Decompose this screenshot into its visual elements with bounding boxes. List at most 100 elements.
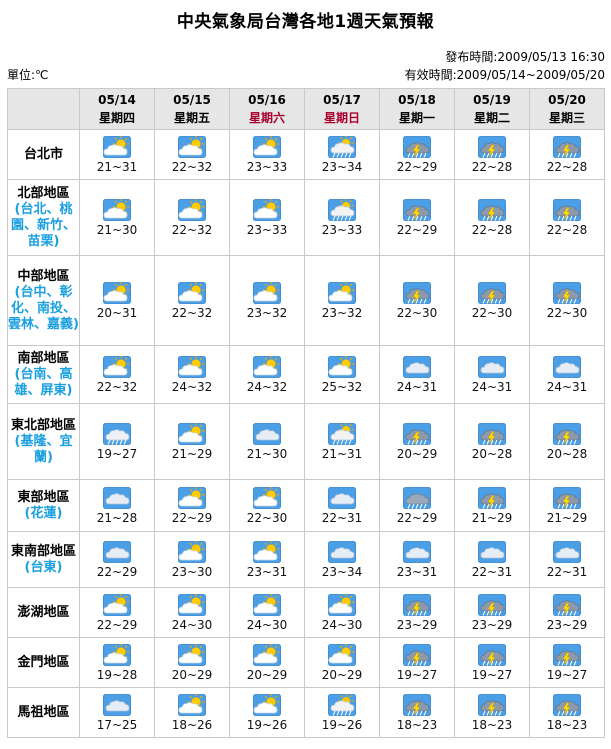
temp-range: 19~26 — [321, 717, 363, 732]
temp-range: 19~27 — [96, 446, 138, 461]
table-row: 馬祖地區 17~25 18~26 19~26 19~26 18~23 18~23 18~23 — [7, 687, 605, 738]
forecast-cell: 22~31 — [304, 479, 380, 532]
forecast-cell: 24~30 — [304, 587, 380, 638]
day-weekday: 星期五 — [173, 110, 210, 125]
temp-range: 22~30 — [246, 510, 288, 525]
forecast-cell: 22~32 — [79, 345, 155, 404]
forecast-cell: 19~27 — [379, 637, 455, 688]
cloudy-icon — [80, 486, 154, 509]
rain-icon — [80, 422, 154, 445]
partly-cloudy-icon — [155, 281, 229, 304]
forecast-cell: 22~30 — [454, 255, 530, 346]
temp-range: 25~32 — [321, 379, 363, 394]
day-date: 05/15 — [173, 92, 211, 107]
partly-cloudy-icon — [305, 643, 379, 666]
partly-cloudy-icon — [80, 135, 154, 158]
table-row: 中部地區 (台中、彰化、南投、雲林、嘉義) 20~31 22~32 23~32 23~32… — [7, 255, 605, 346]
temp-range: 23~29 — [546, 617, 588, 632]
thunderstorm-icon — [455, 135, 529, 158]
thunderstorm-icon — [455, 422, 529, 445]
temp-range: 21~28 — [96, 510, 138, 525]
day-header-2: 05/16 星期六 — [229, 88, 305, 130]
cloudy-icon — [530, 355, 604, 378]
forecast-cell: 24~31 — [454, 345, 530, 404]
region-name: 東北部地區 — [10, 417, 76, 433]
forecast-cell: 20~29 — [379, 403, 455, 480]
published-time: 發布時間:2009/05/13 16:30 — [445, 50, 605, 64]
forecast-cell: 20~28 — [529, 403, 605, 480]
forecast-cell: 20~29 — [229, 637, 305, 688]
table-row: 北部地區 (台北、桃園、新竹、苗栗) 21~30 22~32 23~33 23~33 22~… — [7, 179, 605, 256]
region-name: 東南部地區 — [10, 543, 76, 559]
temp-range: 23~34 — [321, 564, 363, 579]
forecast-cell: 23~34 — [304, 129, 380, 180]
temp-range: 22~29 — [396, 159, 438, 174]
region-cell: 東北部地區 (基隆、宜蘭) — [7, 403, 80, 480]
sun-rain-icon — [305, 135, 379, 158]
forecast-cell: 22~32 — [154, 255, 230, 346]
partly-cloudy-icon — [305, 281, 379, 304]
forecast-cell: 21~30 — [229, 403, 305, 480]
thunderstorm-icon — [380, 643, 454, 666]
forecast-cell: 23~32 — [229, 255, 305, 346]
forecast-cell: 24~30 — [154, 587, 230, 638]
temp-range: 20~29 — [171, 667, 213, 682]
partly-cloudy-icon — [80, 643, 154, 666]
partly-cloudy-icon — [305, 593, 379, 616]
forecast-cell: 22~29 — [79, 587, 155, 638]
forecast-cell: 19~27 — [454, 637, 530, 688]
forecast-cell: 22~28 — [529, 129, 605, 180]
temp-range: 23~30 — [171, 564, 213, 579]
temp-range: 23~32 — [321, 305, 363, 320]
cloudy-icon — [380, 355, 454, 378]
forecast-cell: 20~28 — [454, 403, 530, 480]
forecast-cell: 23~32 — [304, 255, 380, 346]
forecast-cell: 18~23 — [454, 687, 530, 738]
meta-info: 發布時間:2009/05/13 16:30 單位:℃ 有效時間:2009/05/… — [0, 31, 611, 82]
temp-range: 22~30 — [546, 305, 588, 320]
forecast-cell: 21~31 — [79, 129, 155, 180]
temp-range: 24~32 — [171, 379, 213, 394]
table-row: 南部地區 (台南、高雄、屏東) 22~32 24~32 24~32 25~32 24~31 2… — [7, 345, 605, 404]
partly-cloudy-icon — [230, 355, 304, 378]
partly-cloudy-icon — [155, 135, 229, 158]
forecast-cell: 22~29 — [154, 479, 230, 532]
day-weekday: 星期一 — [398, 110, 435, 125]
table-row: 澎湖地區 22~29 24~30 24~30 24~30 23~29 23~29 23~29 — [7, 587, 605, 638]
day-weekday: 星期四 — [98, 110, 135, 125]
region-name: 南部地區 — [17, 350, 70, 366]
temp-range: 22~32 — [171, 222, 213, 237]
region-cell: 東南部地區 (台東) — [7, 531, 80, 588]
temp-range: 24~30 — [321, 617, 363, 632]
cloudy-icon — [455, 355, 529, 378]
temp-range: 22~28 — [471, 159, 513, 174]
day-header-0: 05/14 星期四 — [79, 88, 155, 130]
temp-range: 21~29 — [546, 510, 588, 525]
day-header-5: 05/19 星期二 — [454, 88, 530, 130]
thunderstorm-icon — [530, 693, 604, 716]
temp-range: 22~28 — [546, 159, 588, 174]
region-name: 馬祖地區 — [17, 704, 70, 720]
partly-cloudy-icon — [155, 198, 229, 221]
valid-period: 有效時間:2009/05/14~2009/05/20 — [404, 68, 605, 82]
region-cell: 金門地區 — [7, 637, 80, 688]
unit-label: 單位:℃ — [7, 68, 49, 82]
forecast-cell: 22~30 — [229, 479, 305, 532]
forecast-cell: 22~29 — [379, 479, 455, 532]
forecast-cell: 20~29 — [154, 637, 230, 688]
temp-range: 23~32 — [246, 305, 288, 320]
cloudy-icon — [455, 540, 529, 563]
temp-range: 21~31 — [96, 159, 138, 174]
temp-range: 23~33 — [321, 222, 363, 237]
temp-range: 24~30 — [171, 617, 213, 632]
header-row: 05/14 星期四 05/15 星期五 05/16 星期六 05/17 星期日 05/18 星期一… — [7, 88, 605, 130]
partly-cloudy-icon — [80, 198, 154, 221]
sun-rain-icon — [305, 422, 379, 445]
region-subareas: (台東) — [24, 559, 63, 575]
temp-range: 20~31 — [96, 305, 138, 320]
temp-range: 21~30 — [246, 446, 288, 461]
temp-range: 22~32 — [171, 159, 213, 174]
partly-cloudy-icon — [155, 593, 229, 616]
temp-range: 22~29 — [396, 510, 438, 525]
region-name: 中部地區 — [17, 268, 70, 284]
